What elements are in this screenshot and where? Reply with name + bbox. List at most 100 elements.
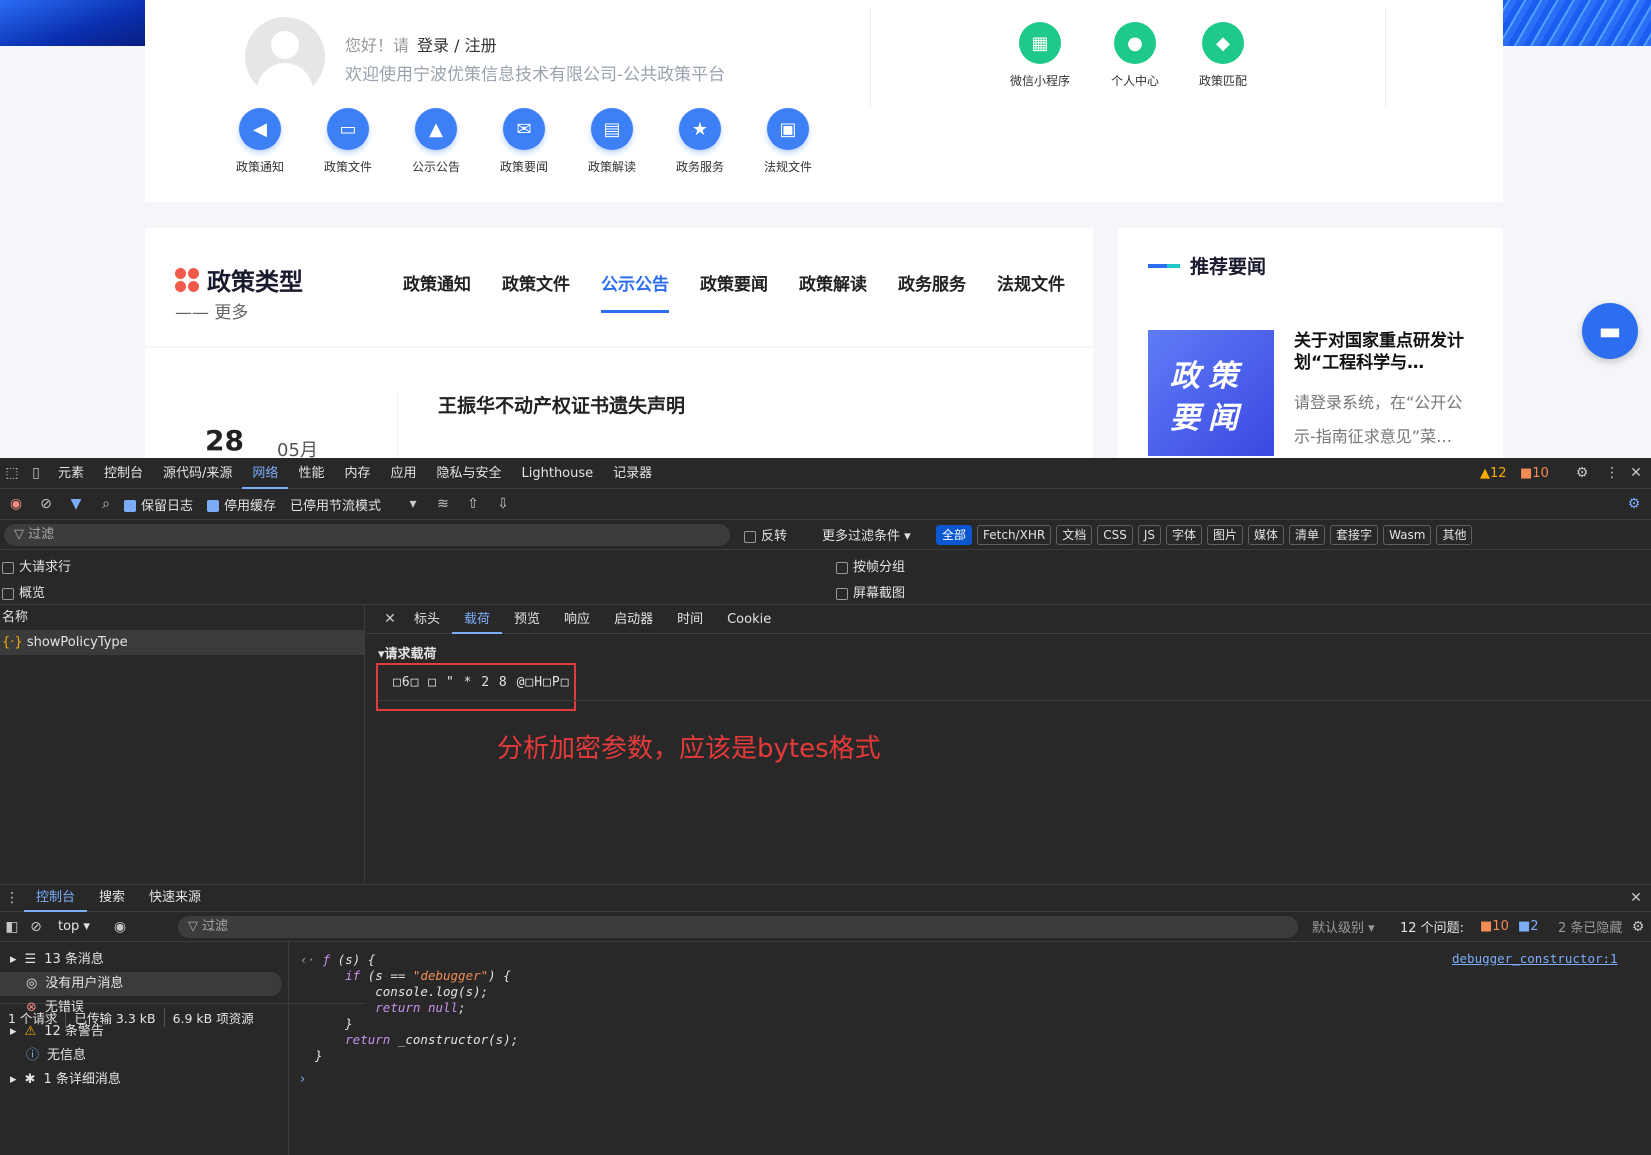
tab-law[interactable]: 法规文件 bbox=[997, 270, 1065, 313]
preserve-log-checkbox[interactable]: 保留日志 bbox=[124, 495, 193, 514]
issues-error-count[interactable]: ■10 bbox=[1480, 919, 1509, 934]
big-rows-checkbox[interactable]: 大请求行 bbox=[2, 556, 71, 575]
chip-socket[interactable]: 套接字 bbox=[1330, 524, 1379, 545]
tab-service[interactable]: 政务服务 bbox=[898, 270, 966, 313]
filter-icon[interactable]: ▼ bbox=[64, 492, 88, 516]
screenshots-checkbox[interactable]: 屏幕截图 bbox=[836, 582, 905, 601]
sidebar-item-info[interactable]: ⓘ 无信息 bbox=[0, 1044, 288, 1068]
clear-icon[interactable]: ⊘ bbox=[34, 492, 58, 516]
console-prompt[interactable]: › bbox=[300, 1072, 305, 1087]
group-by-frame-checkbox[interactable]: 按帧分组 bbox=[836, 556, 905, 575]
name-column-header[interactable]: 名称 bbox=[0, 605, 364, 631]
sidebar-item-verbose[interactable]: ▸ ✱ 1 条详细消息 bbox=[0, 1068, 288, 1092]
tab-application[interactable]: 应用 bbox=[380, 458, 426, 489]
sidebar-item-messages[interactable]: ▸ ☰ 13 条消息 bbox=[0, 948, 288, 972]
quick-link-service[interactable]: ★ 政务服务 bbox=[665, 108, 735, 175]
more-menu-icon[interactable]: ⋮ bbox=[1600, 461, 1624, 485]
context-select[interactable]: top ▾ bbox=[58, 919, 90, 934]
console-filter-input[interactable]: ▽ 过滤 bbox=[178, 916, 1298, 938]
close-detail-icon[interactable]: ✕ bbox=[378, 607, 402, 631]
quick-link-files[interactable]: ▭ 政策文件 bbox=[313, 108, 383, 175]
tab-recorder[interactable]: 记录器 bbox=[603, 458, 662, 489]
tab-memory[interactable]: 内存 bbox=[334, 458, 380, 489]
news-title-link[interactable]: 王振华不动产权证书遗失声明 bbox=[438, 391, 685, 418]
eye-icon[interactable]: ◉ bbox=[108, 915, 132, 939]
tab-cookie[interactable]: Cookie bbox=[715, 605, 783, 634]
chat-icon[interactable]: ▬ bbox=[1582, 303, 1638, 359]
invert-checkbox[interactable]: 反转 bbox=[744, 525, 787, 544]
wifi-settings-icon[interactable]: ≋ bbox=[431, 492, 455, 516]
disable-cache-checkbox[interactable]: 停用缓存 bbox=[207, 495, 276, 514]
quick-link-announce[interactable]: ▲ 公示公告 bbox=[401, 108, 471, 175]
tab-announce[interactable]: 公示公告 bbox=[601, 270, 669, 313]
error-count[interactable]: ■10 bbox=[1520, 466, 1549, 481]
more-link[interactable]: —— 更多 bbox=[175, 298, 248, 323]
tab-preview[interactable]: 预览 bbox=[502, 605, 552, 634]
close-icon[interactable]: ✕ bbox=[1624, 461, 1648, 485]
import-icon[interactable]: ⇧ bbox=[461, 492, 485, 516]
issues-info-count[interactable]: ■2 bbox=[1518, 919, 1539, 934]
tab-headers[interactable]: 标头 bbox=[402, 605, 452, 634]
quick-link-news[interactable]: ✉ 政策要闻 bbox=[489, 108, 559, 175]
tab-payload[interactable]: 载荷 bbox=[452, 605, 503, 634]
source-link[interactable]: debugger_constructor:1 bbox=[1452, 951, 1618, 966]
search-icon[interactable]: ⌕ bbox=[94, 492, 118, 516]
console-settings-icon[interactable]: ⚙ bbox=[1626, 915, 1650, 939]
tab-performance[interactable]: 性能 bbox=[288, 458, 334, 489]
chip-fetch[interactable]: Fetch/XHR bbox=[977, 524, 1052, 545]
tab-network[interactable]: 网络 bbox=[242, 458, 289, 489]
chip-manifest[interactable]: 清单 bbox=[1289, 524, 1326, 545]
overview-checkbox[interactable]: 概览 bbox=[2, 582, 45, 601]
network-filter-input[interactable]: ▽ 过滤 bbox=[4, 524, 730, 546]
tab-quick-source[interactable]: 快速来源 bbox=[137, 884, 213, 912]
chip-js[interactable]: JS bbox=[1137, 524, 1161, 545]
quick-link-interpret[interactable]: ▤ 政策解读 bbox=[577, 108, 647, 175]
green-link-personal[interactable]: ● 个人中心 bbox=[1095, 22, 1175, 89]
drawer-menu-icon[interactable]: ⋮ bbox=[0, 886, 24, 910]
record-stop-icon[interactable]: ◉ bbox=[4, 492, 28, 516]
chip-all[interactable]: 全部 bbox=[936, 524, 973, 545]
green-link-miniprogram[interactable]: ▦ 微信小程序 bbox=[1000, 22, 1080, 89]
tab-response[interactable]: 响应 bbox=[552, 605, 602, 634]
quick-link-law[interactable]: ▣ 法规文件 bbox=[753, 108, 823, 175]
tab-lighthouse[interactable]: Lighthouse bbox=[512, 458, 604, 489]
login-link[interactable]: 登录 / 注册 bbox=[417, 36, 497, 55]
chip-font[interactable]: 字体 bbox=[1165, 524, 1202, 545]
quick-link-notice[interactable]: ◀ 政策通知 bbox=[225, 108, 295, 175]
inspect-icon[interactable]: ⬚ bbox=[0, 461, 24, 485]
chip-doc[interactable]: 文档 bbox=[1056, 524, 1093, 545]
avatar[interactable] bbox=[245, 17, 325, 97]
more-filters-dropdown[interactable]: 更多过滤条件 ▾ bbox=[822, 525, 911, 544]
warning-count[interactable]: ▲12 bbox=[1480, 466, 1507, 481]
tab-search[interactable]: 搜索 bbox=[87, 884, 137, 912]
chip-img[interactable]: 图片 bbox=[1207, 524, 1244, 545]
close-drawer-icon[interactable]: ✕ bbox=[1624, 886, 1648, 910]
chevron-down-icon[interactable]: ▾ bbox=[401, 492, 425, 516]
payload-section-header[interactable]: ▾请求载荷 bbox=[378, 643, 437, 662]
tab-console[interactable]: 控制台 bbox=[94, 458, 153, 489]
news-thumbnail[interactable]: 政策要闻 bbox=[1148, 330, 1274, 456]
throttle-select[interactable]: 已停用节流模式 bbox=[290, 495, 381, 514]
sidebar-item-warnings[interactable]: ▸ ⚠ 12 条警告 bbox=[0, 1020, 288, 1044]
chip-other[interactable]: 其他 bbox=[1436, 524, 1473, 545]
sidebar-item-user-messages[interactable]: ◎ 没有用户消息 bbox=[0, 972, 282, 996]
tab-news[interactable]: 政策要闻 bbox=[700, 270, 768, 313]
tab-timing[interactable]: 时间 bbox=[665, 605, 715, 634]
request-row[interactable]: {·} showPolicyType bbox=[0, 631, 364, 655]
settings-gear-icon[interactable]: ⚙ bbox=[1570, 461, 1594, 485]
tab-console-drawer[interactable]: 控制台 bbox=[24, 884, 88, 912]
rec-headline[interactable]: 关于对国家重点研发计划“工程科学与… bbox=[1294, 330, 1484, 376]
sidebar-item-errors[interactable]: ⊗ 无错误 bbox=[0, 996, 288, 1020]
green-link-match[interactable]: ◆ 政策匹配 bbox=[1183, 22, 1263, 89]
tab-files[interactable]: 政策文件 bbox=[502, 270, 570, 313]
tab-notice[interactable]: 政策通知 bbox=[403, 270, 471, 313]
tab-sources[interactable]: 源代码/来源 bbox=[153, 458, 242, 489]
tab-interpret[interactable]: 政策解读 bbox=[799, 270, 867, 313]
levels-dropdown[interactable]: 默认级别 ▾ bbox=[1312, 917, 1375, 936]
network-settings-icon[interactable]: ⚙ bbox=[1622, 492, 1646, 516]
chip-css[interactable]: CSS bbox=[1097, 524, 1133, 545]
tab-privacy[interactable]: 隐私与安全 bbox=[426, 458, 511, 489]
clear-console-icon[interactable]: ⊘ bbox=[24, 915, 48, 939]
export-icon[interactable]: ⇩ bbox=[491, 492, 515, 516]
tab-initiator[interactable]: 启动器 bbox=[602, 605, 665, 634]
